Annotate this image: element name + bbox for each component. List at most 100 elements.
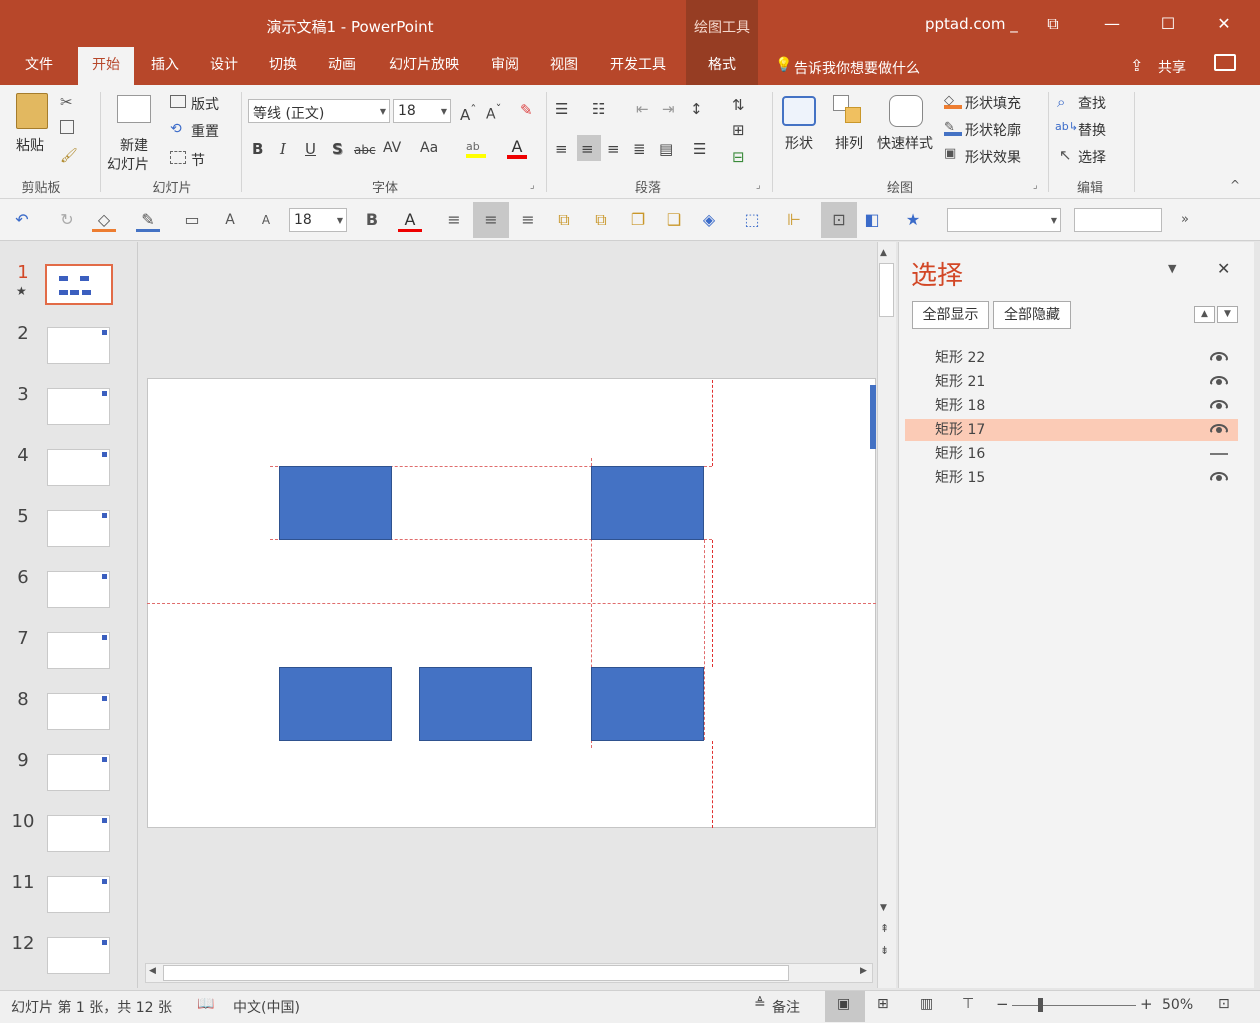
layout-button[interactable]: 版式 [191,94,219,114]
shrink-font-icon[interactable]: A [254,208,278,232]
zoom-out-icon[interactable]: − [996,995,1009,1013]
slide-thumbnail-4[interactable] [47,449,110,486]
send-to-back-icon[interactable]: ❑ [662,208,686,232]
pane-options-icon[interactable]: ▼ [1168,262,1176,275]
qat-empty-combo[interactable]: ▼ [947,208,1061,232]
format-painter-icon[interactable]: 🖌 [60,148,78,164]
bring-forward-icon[interactable]: ⧉ [552,208,576,232]
tell-me-box[interactable]: 告诉我你想要做什么 [794,58,920,78]
grow-font-icon[interactable]: Aˆ [460,102,477,124]
paste-icon[interactable] [16,93,48,129]
rectangle-shape[interactable] [591,667,704,741]
undo-icon[interactable]: ↶ [10,208,34,232]
arrange-icon[interactable] [833,95,863,127]
text-direction-icon[interactable]: ⇅ [732,96,745,114]
bold-icon[interactable]: B [252,140,263,158]
close-icon[interactable]: ✕ [1208,10,1240,38]
visible-eye-icon[interactable] [1210,400,1228,410]
shapes-icon[interactable] [782,96,816,126]
normal-view-icon[interactable]: ▣ [837,996,850,1012]
show-all-button[interactable]: 全部显示 [912,301,989,329]
reading-view-icon[interactable]: ▥ [920,996,933,1012]
find-icon[interactable]: ⌕ [1057,93,1065,111]
align-center-icon[interactable]: ≡ [479,208,503,232]
ribbon-display-icon[interactable]: ⧉ [1037,10,1069,38]
replace-button[interactable]: 替换 [1078,120,1106,140]
shadow-icon[interactable]: S [332,140,343,158]
selection-pane-icon[interactable]: ⊡ [827,208,851,232]
outline-color-icon[interactable]: ✎ [136,208,160,232]
star-icon[interactable]: ★ [901,208,925,232]
align-right-icon[interactable]: ≡ [516,208,540,232]
paste-button[interactable]: 粘贴 [16,135,44,155]
slide-thumbnail-1[interactable] [45,264,113,305]
scroll-up-icon[interactable]: ▲ [880,248,887,258]
comments-icon[interactable] [1214,54,1236,71]
copy-icon[interactable] [60,120,74,134]
slide-thumbnail-9[interactable] [47,754,110,791]
redo-icon[interactable]: ↻ [55,208,79,232]
line-spacing-icon[interactable]: ↕ [690,100,703,118]
slideshow-icon[interactable]: ⊤ [962,996,974,1012]
minimize-icon[interactable]: — [1096,10,1128,38]
tab-review[interactable]: 审阅 [484,47,526,85]
cut-icon[interactable]: ✂ [60,93,73,111]
font-color-icon[interactable]: A [507,137,527,159]
slide-thumbnail-7[interactable] [47,632,110,669]
hide-all-button[interactable]: 全部隐藏 [993,301,1071,329]
rectangle-shape[interactable] [279,466,392,540]
previous-slide-icon[interactable]: ⇞ [880,922,889,935]
clear-format-icon[interactable]: ✎ [520,101,533,119]
font-color-icon[interactable]: A [398,208,422,232]
account-name[interactable]: pptad.com _ [925,15,1018,33]
vertical-scrollbar[interactable] [877,242,896,988]
selection-item-selected[interactable]: 矩形 17 [905,419,1238,441]
arrange-button[interactable]: 排列 [835,133,863,153]
shrink-font-icon[interactable]: Aˇ [486,102,501,123]
language-status[interactable]: 中文(中国) [233,997,300,1017]
share-icon[interactable]: ⇪ [1130,56,1143,75]
font-name-combo[interactable]: 等线 (正文) ▼ [248,99,390,123]
zoom-level[interactable]: 50% [1162,997,1193,1013]
tab-developer[interactable]: 开发工具 [601,47,675,85]
selection-item[interactable]: 矩形 16 [905,443,1238,465]
align-left-icon[interactable]: ≡ [442,208,466,232]
visible-eye-icon[interactable] [1210,472,1228,482]
tab-home[interactable]: 开始 [78,47,134,85]
shape-effects-icon[interactable]: ▣ [944,146,962,162]
change-case-icon[interactable]: Aa [420,140,438,156]
selection-item[interactable]: 矩形 15 [905,467,1238,489]
decrease-indent-icon[interactable]: ⇤ [636,100,649,118]
send-backward-icon[interactable]: ⧉ [589,208,613,232]
scroll-right-icon[interactable]: ▶ [860,966,867,976]
notes-icon[interactable]: ≜ [754,996,766,1012]
dialog-launcher-icon[interactable]: ⌟ [530,180,535,191]
new-slide-icon[interactable] [117,95,151,123]
qat-spinner[interactable] [1074,208,1162,232]
new-slide-label-1[interactable]: 新建 [120,135,148,155]
dialog-launcher-icon[interactable]: ⌟ [756,180,761,191]
numbering-icon[interactable]: ☷ [592,100,605,118]
slide-thumbnail-8[interactable] [47,693,110,730]
slide-thumbnail-6[interactable] [47,571,110,608]
quick-styles-icon[interactable] [889,95,923,127]
font-size-combo[interactable]: 18 ▼ [393,99,451,123]
slide-thumbnail-3[interactable] [47,388,110,425]
rectangle-shape-partial[interactable] [870,385,876,449]
textbox-icon[interactable]: ▭ [180,208,204,232]
qat-font-size-combo[interactable]: 18 ▼ [289,208,347,232]
new-slide-label-2[interactable]: 幻灯片 [107,154,149,174]
tab-transitions[interactable]: 切换 [262,47,304,85]
slide-thumbnail-2[interactable] [47,327,110,364]
justify-icon[interactable]: ≣ [633,140,646,158]
shape-fill-button[interactable]: 形状填充 [965,93,1021,113]
select-button[interactable]: 选择 [1078,147,1106,167]
fit-to-window-icon[interactable]: ⊡ [1218,996,1230,1012]
highlight-icon[interactable]: ab [466,140,486,158]
move-up-icon[interactable]: ▲ [1194,306,1215,323]
section-button[interactable]: 节 [191,150,205,170]
share-button[interactable]: 共享 [1158,57,1186,77]
rectangle-shape[interactable] [419,667,532,741]
quick-styles-button[interactable]: 快速样式 [877,133,933,153]
italic-icon[interactable]: I [280,140,286,158]
